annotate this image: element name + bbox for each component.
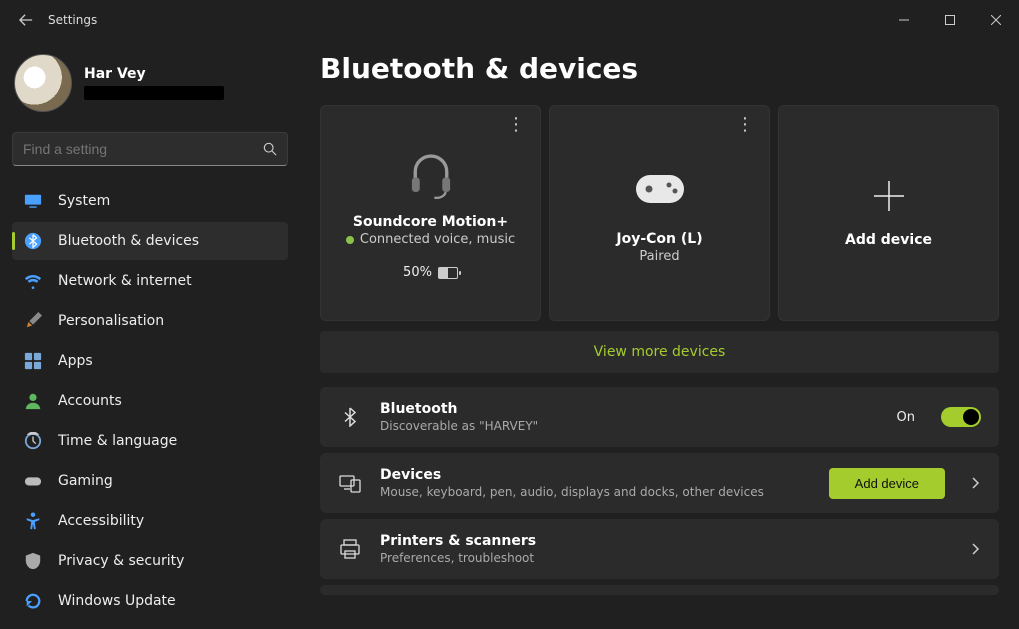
sidebar-item-gaming[interactable]: Gaming — [12, 462, 288, 500]
device-card-joycon[interactable]: ⋮ Joy-Con (L) Paired — [549, 105, 770, 321]
avatar — [14, 54, 72, 112]
connected-dot-icon — [346, 236, 354, 244]
toggle-label: On — [897, 410, 915, 425]
sidebar-item-system[interactable]: System — [12, 182, 288, 220]
battery-percent: 50% — [403, 265, 432, 280]
minimize-button[interactable] — [881, 0, 927, 40]
setting-subtitle: Discoverable as "HARVEY" — [380, 419, 879, 433]
card-more-button[interactable]: ⋮ — [736, 116, 755, 134]
sidebar-item-accounts[interactable]: Accounts — [12, 382, 288, 420]
device-card-soundcore[interactable]: ⋮ Soundcore Motion+ Connected voice, mus… — [320, 105, 541, 321]
setting-row-printers[interactable]: Printers & scanners Preferences, trouble… — [320, 519, 999, 579]
clock-icon — [24, 432, 42, 450]
add-device-button[interactable]: Add device — [829, 468, 945, 499]
setting-title: Devices — [380, 467, 811, 483]
sidebar-item-label: Gaming — [58, 473, 113, 489]
bluetooth-icon — [338, 405, 362, 429]
sidebar-item-label: Network & internet — [58, 273, 192, 289]
setting-title: Bluetooth — [380, 401, 879, 417]
gamepad-icon — [24, 472, 42, 490]
sidebar-item-label: System — [58, 193, 110, 209]
window-controls — [881, 0, 1019, 40]
sidebar-item-privacy[interactable]: Privacy & security — [12, 542, 288, 580]
monitor-icon — [24, 192, 42, 210]
card-more-button[interactable]: ⋮ — [507, 116, 526, 134]
sidebar: Har Vey System Bluetooth & devices — [0, 40, 300, 629]
setting-title: Printers & scanners — [380, 533, 951, 549]
chevron-right-icon — [969, 477, 981, 489]
search-input[interactable] — [23, 141, 263, 157]
sidebar-item-apps[interactable]: Apps — [12, 342, 288, 380]
setting-row-partial — [320, 585, 999, 595]
add-device-card[interactable]: Add device — [778, 105, 999, 321]
view-more-devices[interactable]: View more devices — [320, 331, 999, 373]
view-more-label: View more devices — [594, 344, 726, 360]
sidebar-item-label: Bluetooth & devices — [58, 233, 199, 249]
sidebar-item-network[interactable]: Network & internet — [12, 262, 288, 300]
apps-icon — [24, 352, 42, 370]
chevron-right-icon — [969, 543, 981, 555]
nav-list: System Bluetooth & devices Network & int… — [12, 182, 288, 620]
accessibility-icon — [24, 512, 42, 530]
bluetooth-icon — [24, 232, 42, 250]
page-title: Bluetooth & devices — [320, 52, 999, 85]
device-name: Joy-Con (L) — [616, 231, 702, 247]
titlebar: Settings — [0, 0, 1019, 40]
profile-name: Har Vey — [84, 66, 224, 82]
maximize-button[interactable] — [927, 0, 973, 40]
search-box[interactable] — [12, 132, 288, 166]
setting-subtitle: Mouse, keyboard, pen, audio, displays an… — [380, 485, 811, 499]
close-button[interactable] — [973, 0, 1019, 40]
profile[interactable]: Har Vey — [12, 48, 288, 126]
brush-icon — [24, 312, 42, 330]
device-status-text: Paired — [639, 249, 679, 264]
device-name: Soundcore Motion+ — [353, 214, 508, 230]
back-button[interactable] — [18, 12, 34, 28]
device-status: Paired — [639, 249, 679, 264]
sidebar-item-label: Windows Update — [58, 593, 176, 609]
sidebar-item-label: Time & language — [58, 433, 177, 449]
sidebar-item-personalisation[interactable]: Personalisation — [12, 302, 288, 340]
sidebar-item-label: Apps — [58, 353, 93, 369]
bluetooth-toggle[interactable] — [941, 407, 981, 427]
device-status-text: Connected voice, music — [360, 232, 515, 247]
sidebar-item-time[interactable]: Time & language — [12, 422, 288, 460]
sidebar-item-label: Privacy & security — [58, 553, 184, 569]
devices-icon — [338, 471, 362, 495]
printer-icon — [338, 537, 362, 561]
search-icon — [263, 142, 277, 156]
update-icon — [24, 592, 42, 610]
wifi-icon — [24, 272, 42, 290]
person-icon — [24, 392, 42, 410]
device-cards-row: ⋮ Soundcore Motion+ Connected voice, mus… — [320, 105, 999, 321]
gamepad-icon — [632, 163, 688, 219]
sidebar-item-label: Personalisation — [58, 313, 164, 329]
headset-icon — [403, 146, 459, 202]
sidebar-item-update[interactable]: Windows Update — [12, 582, 288, 620]
window-title: Settings — [48, 13, 97, 27]
sidebar-item-label: Accessibility — [58, 513, 144, 529]
sidebar-item-accessibility[interactable]: Accessibility — [12, 502, 288, 540]
main-content: Bluetooth & devices ⋮ Soundcore Motion+ … — [300, 40, 1019, 629]
profile-email-redacted — [84, 86, 224, 100]
device-status: Connected voice, music — [346, 232, 515, 247]
battery-icon — [438, 267, 458, 279]
setting-row-devices[interactable]: Devices Mouse, keyboard, pen, audio, dis… — [320, 453, 999, 513]
setting-row-bluetooth[interactable]: Bluetooth Discoverable as "HARVEY" On — [320, 387, 999, 447]
sidebar-item-bluetooth[interactable]: Bluetooth & devices — [12, 222, 288, 260]
sidebar-item-label: Accounts — [58, 393, 122, 409]
plus-icon — [871, 178, 907, 214]
add-device-label: Add device — [845, 232, 932, 248]
setting-subtitle: Preferences, troubleshoot — [380, 551, 951, 565]
device-battery: 50% — [403, 265, 458, 280]
shield-icon — [24, 552, 42, 570]
